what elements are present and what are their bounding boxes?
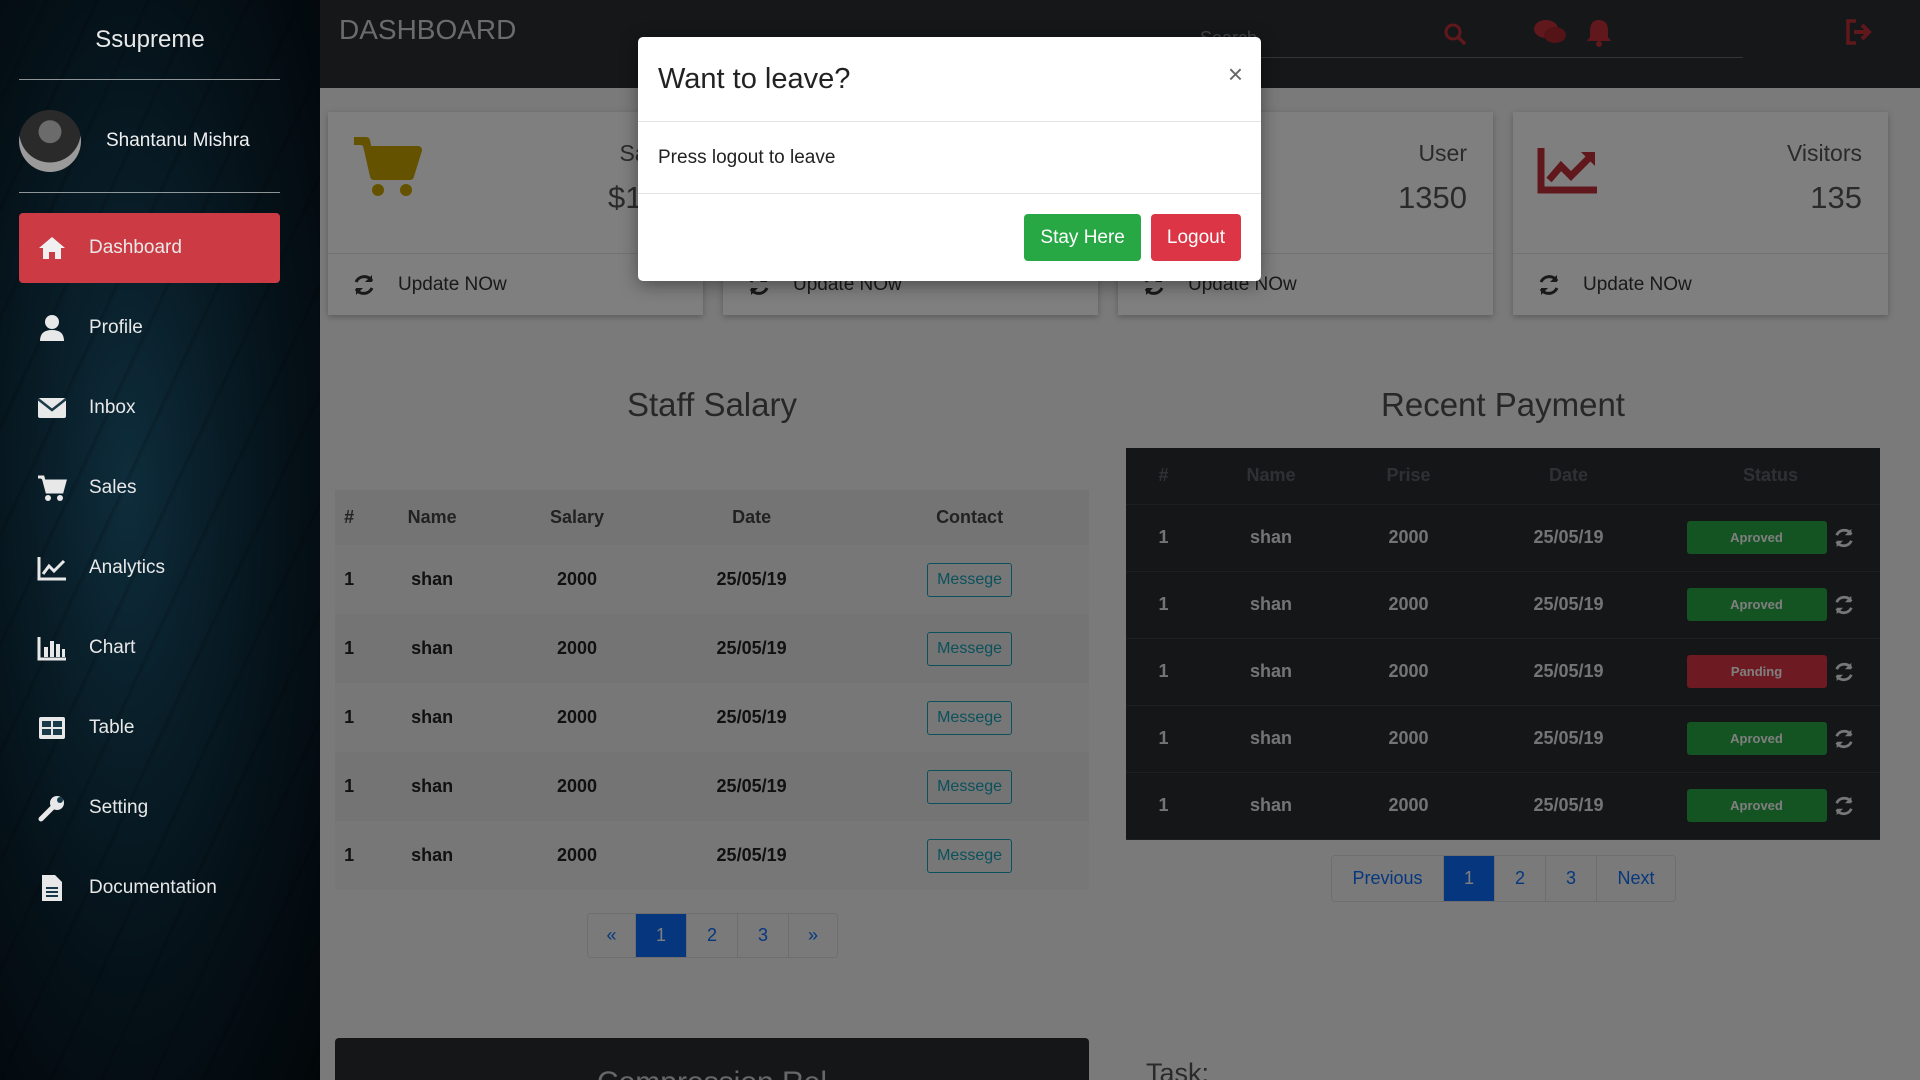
sidebar-item-label: Inbox xyxy=(89,397,136,418)
bar-chart-icon xyxy=(37,633,67,663)
sidebar-item-label: Chart xyxy=(89,637,136,658)
avatar xyxy=(19,110,81,172)
stay-here-button[interactable]: Stay Here xyxy=(1024,214,1141,261)
sidebar-menu: Dashboard Profile Inbox Sales Analytics xyxy=(19,213,280,933)
sidebar-item-analytics[interactable]: Analytics xyxy=(19,533,280,603)
user-profile[interactable]: Shantanu Mishra xyxy=(19,110,250,172)
close-icon[interactable]: × xyxy=(1228,59,1243,90)
line-chart-icon xyxy=(37,553,67,583)
sidebar-item-dashboard[interactable]: Dashboard xyxy=(19,213,280,283)
sidebar-item-table[interactable]: Table xyxy=(19,693,280,763)
sidebar-item-profile[interactable]: Profile xyxy=(19,293,280,363)
sidebar-item-chart[interactable]: Chart xyxy=(19,613,280,683)
sidebar-item-documentation[interactable]: Documentation xyxy=(19,853,280,923)
sidebar-item-label: Analytics xyxy=(89,557,166,578)
home-icon xyxy=(37,233,67,263)
modal-message: Press logout to leave xyxy=(658,146,836,168)
modal-footer: Stay Here Logout xyxy=(638,194,1261,281)
sidebar-item-label: Sales xyxy=(89,477,137,498)
cart-icon xyxy=(37,473,67,503)
sidebar-item-label: Profile xyxy=(89,317,143,338)
sidebar-item-label: Documentation xyxy=(89,877,217,898)
sidebar-item-setting[interactable]: Setting xyxy=(19,773,280,843)
envelope-icon xyxy=(37,393,67,423)
table-icon xyxy=(37,713,67,743)
logout-button[interactable]: Logout xyxy=(1150,214,1241,261)
user-name: Shantanu Mishra xyxy=(106,130,250,151)
file-icon xyxy=(37,873,67,903)
sidebar-item-sales[interactable]: Sales xyxy=(19,453,280,523)
modal-header: Want to leave? × xyxy=(638,37,1261,122)
modal-body: Press logout to leave xyxy=(638,122,1261,194)
divider xyxy=(19,192,280,193)
sidebar-item-label: Dashboard xyxy=(89,237,182,258)
logout-modal: Want to leave? × Press logout to leave S… xyxy=(638,37,1261,281)
user-icon xyxy=(37,313,67,343)
sidebar-item-label: Setting xyxy=(89,797,149,818)
sidebar-item-label: Table xyxy=(89,717,135,738)
divider xyxy=(19,79,280,80)
sidebar-item-inbox[interactable]: Inbox xyxy=(19,373,280,443)
wrench-icon xyxy=(37,793,67,823)
brand: Ssupreme xyxy=(95,26,205,53)
modal-title: Want to leave? xyxy=(658,63,851,95)
